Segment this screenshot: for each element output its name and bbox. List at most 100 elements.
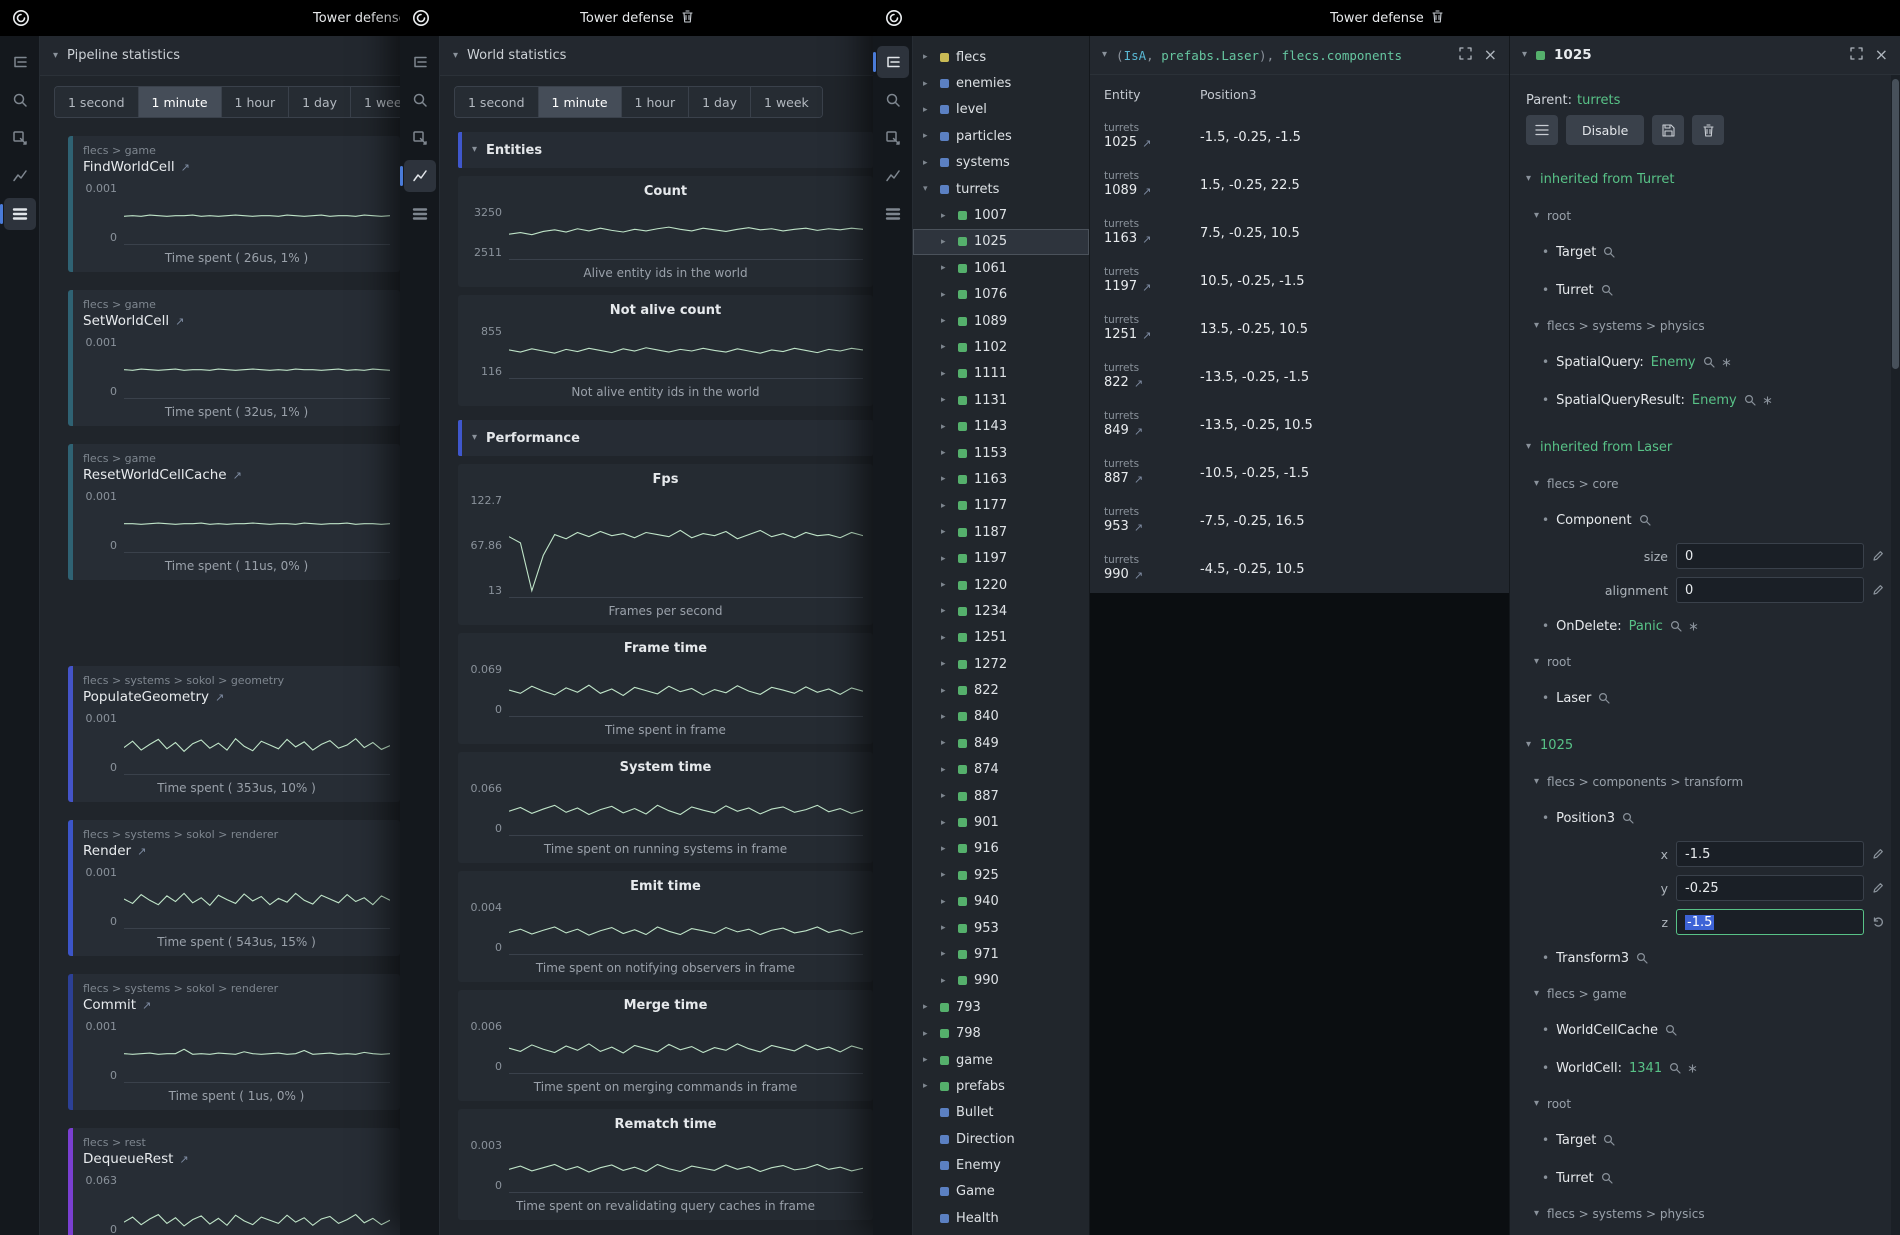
search-icon[interactable]: [1603, 246, 1615, 258]
open-link-icon[interactable]: ↗: [1134, 377, 1143, 391]
component-row[interactable]: • Position3: [1526, 799, 1890, 837]
time-range-button[interactable]: 1 day: [289, 87, 351, 117]
tree-item[interactable]: ▸ 971: [913, 941, 1089, 967]
component-row[interactable]: • OnDelete: Panic: [1526, 607, 1890, 645]
search-icon[interactable]: [1639, 514, 1651, 526]
tree-arrow[interactable]: ▸: [941, 316, 951, 326]
tree-item[interactable]: Bullet: [913, 1100, 1089, 1126]
tree-arrow[interactable]: ▸: [941, 554, 951, 564]
query-result-row[interactable]: turrets 1251 ↗ 13.5, -0.25, 10.5: [1090, 305, 1509, 353]
edit-icon[interactable]: [1872, 848, 1884, 860]
component-row[interactable]: • WorldCellCache: [1526, 1011, 1890, 1049]
expand-icon[interactable]: ▸: [941, 633, 946, 643]
tree-arrow[interactable]: ▸: [923, 52, 933, 62]
save-button[interactable]: [1652, 115, 1684, 145]
tree-item[interactable]: ▸ flecs: [913, 44, 1089, 70]
tree-item[interactable]: ▸ 1025: [913, 229, 1089, 255]
open-link-icon[interactable]: ↗: [142, 999, 151, 1012]
search-icon[interactable]: [4, 84, 36, 116]
disable-button[interactable]: Disable: [1566, 115, 1644, 145]
expand-icon[interactable]: ▸: [941, 738, 946, 748]
tree-arrow[interactable]: ▸: [941, 606, 951, 616]
expand-icon[interactable]: ▸: [941, 422, 946, 432]
section-header[interactable]: ▾ inherited from Laser: [1526, 427, 1890, 467]
expand-icon[interactable]: ▸: [941, 211, 946, 221]
collapse-icon[interactable]: ▾: [923, 184, 928, 194]
tree-item[interactable]: ▸ 916: [913, 836, 1089, 862]
scrollbar-thumb[interactable]: [1892, 79, 1899, 369]
tree-arrow[interactable]: ▸: [923, 79, 933, 89]
expand-icon[interactable]: ▸: [923, 1081, 928, 1091]
tree-arrow[interactable]: ▸: [941, 870, 951, 880]
tree-arrow[interactable]: ▸: [941, 712, 951, 722]
open-link-icon[interactable]: ↗: [1142, 137, 1151, 151]
tree-item[interactable]: ▸ 1089: [913, 308, 1089, 334]
tree-arrow[interactable]: ▸: [923, 131, 933, 141]
tree-item[interactable]: ▸ 1272: [913, 651, 1089, 677]
open-link-icon[interactable]: ↗: [1142, 329, 1151, 343]
chart-icon[interactable]: [4, 160, 36, 192]
tree-arrow[interactable]: ▸: [923, 1029, 933, 1039]
tree-item[interactable]: ▸ 1163: [913, 466, 1089, 492]
collapse-chevron-icon[interactable]: ▾: [1102, 50, 1107, 60]
component-row[interactable]: • WorldCell: 1341: [1526, 1049, 1890, 1087]
expand-icon[interactable]: ▸: [941, 659, 946, 669]
expand-icon[interactable]: ▸: [923, 1029, 928, 1039]
tree-item[interactable]: ▸ 1111: [913, 361, 1089, 387]
open-link-icon[interactable]: ↗: [1142, 281, 1151, 295]
tree-arrow[interactable]: ▸: [941, 237, 951, 247]
search-icon[interactable]: [1744, 394, 1756, 406]
tree-arrow[interactable]: ▸: [941, 818, 951, 828]
time-range-button[interactable]: 1 minute: [539, 87, 622, 117]
expand-icon[interactable]: ▸: [941, 263, 946, 273]
tree-view-icon[interactable]: [404, 46, 436, 78]
tree-item[interactable]: ▸ 887: [913, 783, 1089, 809]
tree-arrow[interactable]: ▸: [941, 976, 951, 986]
search-icon[interactable]: [1598, 692, 1610, 704]
component-target-link[interactable]: Enemy: [1692, 393, 1737, 408]
tree-arrow[interactable]: ▸: [923, 1002, 933, 1012]
group-path-header[interactable]: ▾ root: [1526, 199, 1890, 233]
tree-item[interactable]: ▸ 840: [913, 704, 1089, 730]
search-icon[interactable]: [877, 84, 909, 116]
value-input[interactable]: -1.5: [1676, 841, 1864, 867]
expand-icon[interactable]: ▸: [941, 474, 946, 484]
expand-icon[interactable]: ▸: [941, 580, 946, 590]
tree-item[interactable]: ▸ 925: [913, 862, 1089, 888]
expand-icon[interactable]: ▸: [941, 976, 946, 986]
query-result-row[interactable]: turrets 1197 ↗ 10.5, -0.25, -1.5: [1090, 257, 1509, 305]
component-row[interactable]: • Transform3: [1526, 939, 1890, 977]
tree-arrow[interactable]: ▸: [941, 527, 951, 537]
tree-arrow[interactable]: ▸: [941, 897, 951, 907]
tree-arrow[interactable]: ▸: [941, 448, 951, 458]
stats-icon[interactable]: [404, 198, 436, 230]
component-row[interactable]: • SpatialQueryResult: Enemy: [1526, 1231, 1890, 1235]
tree-item[interactable]: ▸ 1143: [913, 413, 1089, 439]
search-icon[interactable]: [1601, 284, 1613, 296]
tree-item[interactable]: Enemy: [913, 1152, 1089, 1178]
expand-icon[interactable]: ▸: [923, 1055, 928, 1065]
tree-arrow[interactable]: ▸: [923, 158, 933, 168]
inspect-icon[interactable]: [404, 122, 436, 154]
tree-item[interactable]: ▸ 990: [913, 968, 1089, 994]
tree-item[interactable]: ▸ 953: [913, 915, 1089, 941]
expand-icon[interactable]: ▸: [941, 369, 946, 379]
expand-icon[interactable]: ▸: [941, 448, 946, 458]
tree-view-icon[interactable]: [4, 46, 36, 78]
tree-arrow[interactable]: ▸: [941, 342, 951, 352]
tree-item[interactable]: ▸ 849: [913, 730, 1089, 756]
stats-icon[interactable]: [4, 198, 36, 230]
component-row[interactable]: • SpatialQueryResult: Enemy: [1526, 381, 1890, 419]
tree-item[interactable]: ▸ 901: [913, 809, 1089, 835]
pair-icon[interactable]: [1722, 358, 1731, 367]
component-list-button[interactable]: [1526, 115, 1558, 145]
tree-arrow[interactable]: ▾: [923, 184, 933, 194]
section-header[interactable]: ▾ 1025: [1526, 725, 1890, 765]
expand-panel-icon[interactable]: [1459, 47, 1472, 64]
tree-item[interactable]: ▸ 1007: [913, 202, 1089, 228]
expand-icon[interactable]: ▸: [941, 791, 946, 801]
delete-button[interactable]: [1692, 115, 1724, 145]
component-row[interactable]: • Target: [1526, 233, 1890, 271]
close-panel-icon[interactable]: ×: [1875, 47, 1888, 63]
expand-panel-icon[interactable]: [1850, 47, 1863, 64]
